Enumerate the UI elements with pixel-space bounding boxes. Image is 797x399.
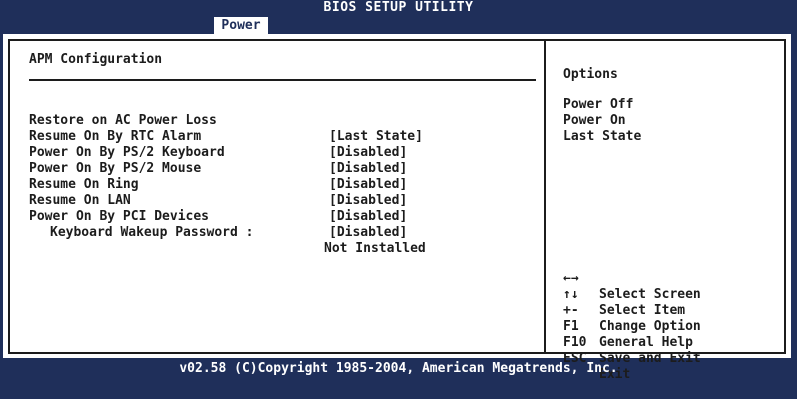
setting-value[interactable]: [Disabled] [329,161,407,177]
panel-frame: APM Configuration Restore on AC Power Lo… [8,39,786,382]
key-help-row: F10 Save and Exit [563,319,701,366]
key-help-row: F1 General Help [563,303,693,350]
options-title: Options [563,67,618,82]
setting-label: Keyboard Wakeup Password : [50,225,254,240]
setting-value: Not Installed [324,241,426,256]
option-item: Last State [563,129,642,144]
setting-restore-ac-power-loss[interactable]: Restore on AC Power Loss [Last State] [29,97,423,144]
key-help-row: ESC Exit [563,335,630,382]
key-help-row: ←→ Select Screen [563,255,701,302]
key-help-row: +- Change Option [563,287,701,334]
setting-power-on-ps2-keyboard[interactable]: Power On By PS/2 Keyboard [Disabled] [29,129,407,176]
setting-value[interactable]: [Last State] [329,129,423,145]
setting-value[interactable]: [Disabled] [329,209,407,225]
setting-keyboard-wakeup-password: Keyboard Wakeup Password : Not Installed [29,209,426,256]
option-item: Power On [563,113,626,128]
main-panel: APM Configuration Restore on AC Power Lo… [3,34,791,382]
bios-title: BIOS SETUP UTILITY [323,0,474,15]
section-title: APM Configuration [29,52,163,67]
tab-power[interactable]: Power [214,17,268,34]
column-divider [544,41,546,352]
key-help-row: ↑↓ Select Item [563,271,685,318]
setting-power-on-ps2-mouse[interactable]: Power On By PS/2 Mouse [Disabled] [29,145,407,192]
key-help: ←→ Select Screen ↑↓ Select Item +- Chang… [563,255,701,382]
setting-resume-on-lan[interactable]: Resume On LAN [Disabled] [29,177,407,224]
setting-resume-on-ring[interactable]: Resume On Ring [Disabled] [29,161,407,208]
option-item: Power Off [563,97,634,112]
setting-value[interactable]: [Disabled] [329,177,407,193]
setting-power-on-pci-devices[interactable]: Power On By PCI Devices [Disabled] [29,193,407,240]
copyright-footer: v02.58 (C)Copyright 1985-2004, American … [179,361,618,376]
setting-value[interactable]: [Disabled] [329,145,407,161]
setting-value[interactable]: [Disabled] [329,193,407,209]
setting-resume-rtc-alarm[interactable]: Resume On By RTC Alarm [Disabled] [29,113,407,160]
settings-list: Restore on AC Power Loss [Last State] Re… [29,97,426,256]
setting-value[interactable]: [Disabled] [329,225,407,241]
section-divider [29,79,536,81]
options-list: Power Off Power On Last State [563,97,641,145]
